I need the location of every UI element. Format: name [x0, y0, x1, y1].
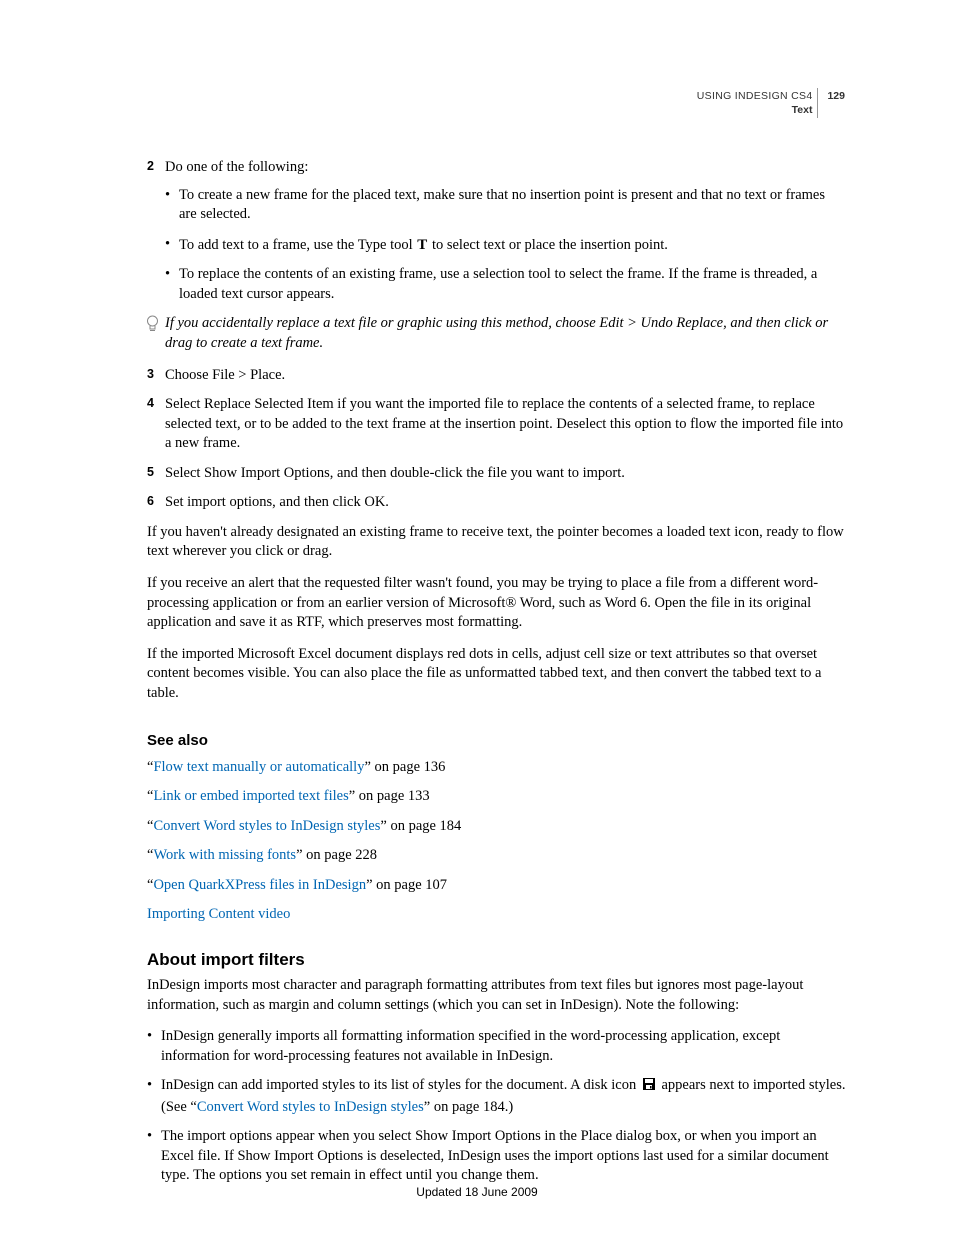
step-number: 3 [147, 366, 154, 383]
xref-suffix: on page 133 [355, 788, 430, 804]
step-3: 3 Choose File > Place. [147, 366, 846, 386]
step-text: Set import options, and then click OK. [165, 494, 389, 510]
filters-bullets: InDesign generally imports all formattin… [147, 1027, 846, 1186]
step-number: 2 [147, 158, 154, 175]
step-text: Do one of the following: [165, 159, 308, 175]
list-item: The import options appear when you selec… [147, 1127, 846, 1186]
body-paragraph: If the imported Microsoft Excel document… [147, 645, 846, 704]
xref-suffix: on page 228 [303, 847, 378, 863]
xref-link[interactable]: Work with missing fonts [153, 847, 296, 863]
xref-link[interactable]: Link or embed imported text files [153, 788, 348, 804]
page-footer: Updated 18 June 2009 [0, 1184, 954, 1200]
step-4: 4 Select Replace Selected Item if you wa… [147, 395, 846, 454]
see-also-heading: See also [147, 731, 846, 751]
page-number: 129 [827, 90, 845, 102]
text: to select text or place the insertion po… [428, 237, 668, 253]
body-paragraph: InDesign imports most character and para… [147, 976, 846, 1015]
type-tool-icon: T [416, 237, 428, 253]
text: ” on page 184.) [424, 1099, 513, 1115]
step-6: 6 Set import options, and then click OK. [147, 493, 846, 513]
step-text: Choose File > Place. [165, 367, 285, 383]
xref-link[interactable]: Flow text manually or automatically [153, 759, 364, 775]
xref-suffix: on page 136 [371, 759, 446, 775]
step-2: 2 Do one of the following: To create a n… [147, 158, 846, 304]
see-also-item: “Link or embed imported text files” on p… [147, 787, 846, 807]
step-5: 5 Select Show Import Options, and then d… [147, 464, 846, 484]
text: InDesign can add imported styles to its … [161, 1077, 640, 1093]
see-also-item: “Open QuarkXPress files in InDesign” on … [147, 876, 846, 896]
page-content: 2 Do one of the following: To create a n… [147, 158, 846, 1186]
list-item: To add text to a frame, use the Type too… [165, 235, 846, 256]
body-paragraph: If you receive an alert that the request… [147, 574, 846, 633]
see-also-item: “Convert Word styles to InDesign styles”… [147, 817, 846, 837]
lightbulb-icon [145, 314, 160, 341]
list-item: To replace the contents of an existing f… [165, 265, 846, 304]
section-heading: About import filters [147, 949, 846, 972]
step-number: 6 [147, 493, 154, 510]
step-number: 5 [147, 464, 154, 481]
see-also-item: “Flow text manually or automatically” on… [147, 758, 846, 778]
tip-note: If you accidentally replace a text file … [147, 314, 846, 353]
step-list: 2 Do one of the following: To create a n… [147, 158, 846, 304]
xref-suffix: on page 107 [373, 877, 448, 893]
text: To add text to a frame, use the Type too… [179, 237, 416, 253]
header-product: USING INDESIGN CS4 [697, 89, 813, 103]
step-list-cont: 3 Choose File > Place. 4 Select Replace … [147, 366, 846, 513]
step-text: Select Replace Selected Item if you want… [165, 396, 843, 451]
step-number: 4 [147, 395, 154, 412]
xref-link[interactable]: Convert Word styles to InDesign styles [153, 818, 380, 834]
see-also-item: Importing Content video [147, 905, 846, 925]
running-header: USING INDESIGN CS4 Text 129 [696, 88, 846, 118]
xref-link[interactable]: Convert Word styles to InDesign styles [197, 1099, 424, 1115]
body-paragraph: If you haven't already designated an exi… [147, 523, 846, 562]
header-section: Text [697, 103, 813, 117]
page: USING INDESIGN CS4 Text 129 2 Do one of … [0, 0, 954, 1236]
step-2-bullets: To create a new frame for the placed tex… [165, 186, 846, 305]
tip-text: If you accidentally replace a text file … [165, 315, 828, 351]
list-item: InDesign can add imported styles to its … [147, 1076, 846, 1117]
list-item: InDesign generally imports all formattin… [147, 1027, 846, 1066]
see-also-item: “Work with missing fonts” on page 228 [147, 846, 846, 866]
see-also-section: See also “Flow text manually or automati… [147, 731, 846, 925]
xref-link[interactable]: Importing Content video [147, 906, 290, 922]
disk-icon [642, 1077, 656, 1098]
xref-suffix: on page 184 [387, 818, 462, 834]
list-item: To create a new frame for the placed tex… [165, 186, 846, 225]
xref-link[interactable]: Open QuarkXPress files in InDesign [153, 877, 366, 893]
step-text: Select Show Import Options, and then dou… [165, 465, 625, 481]
